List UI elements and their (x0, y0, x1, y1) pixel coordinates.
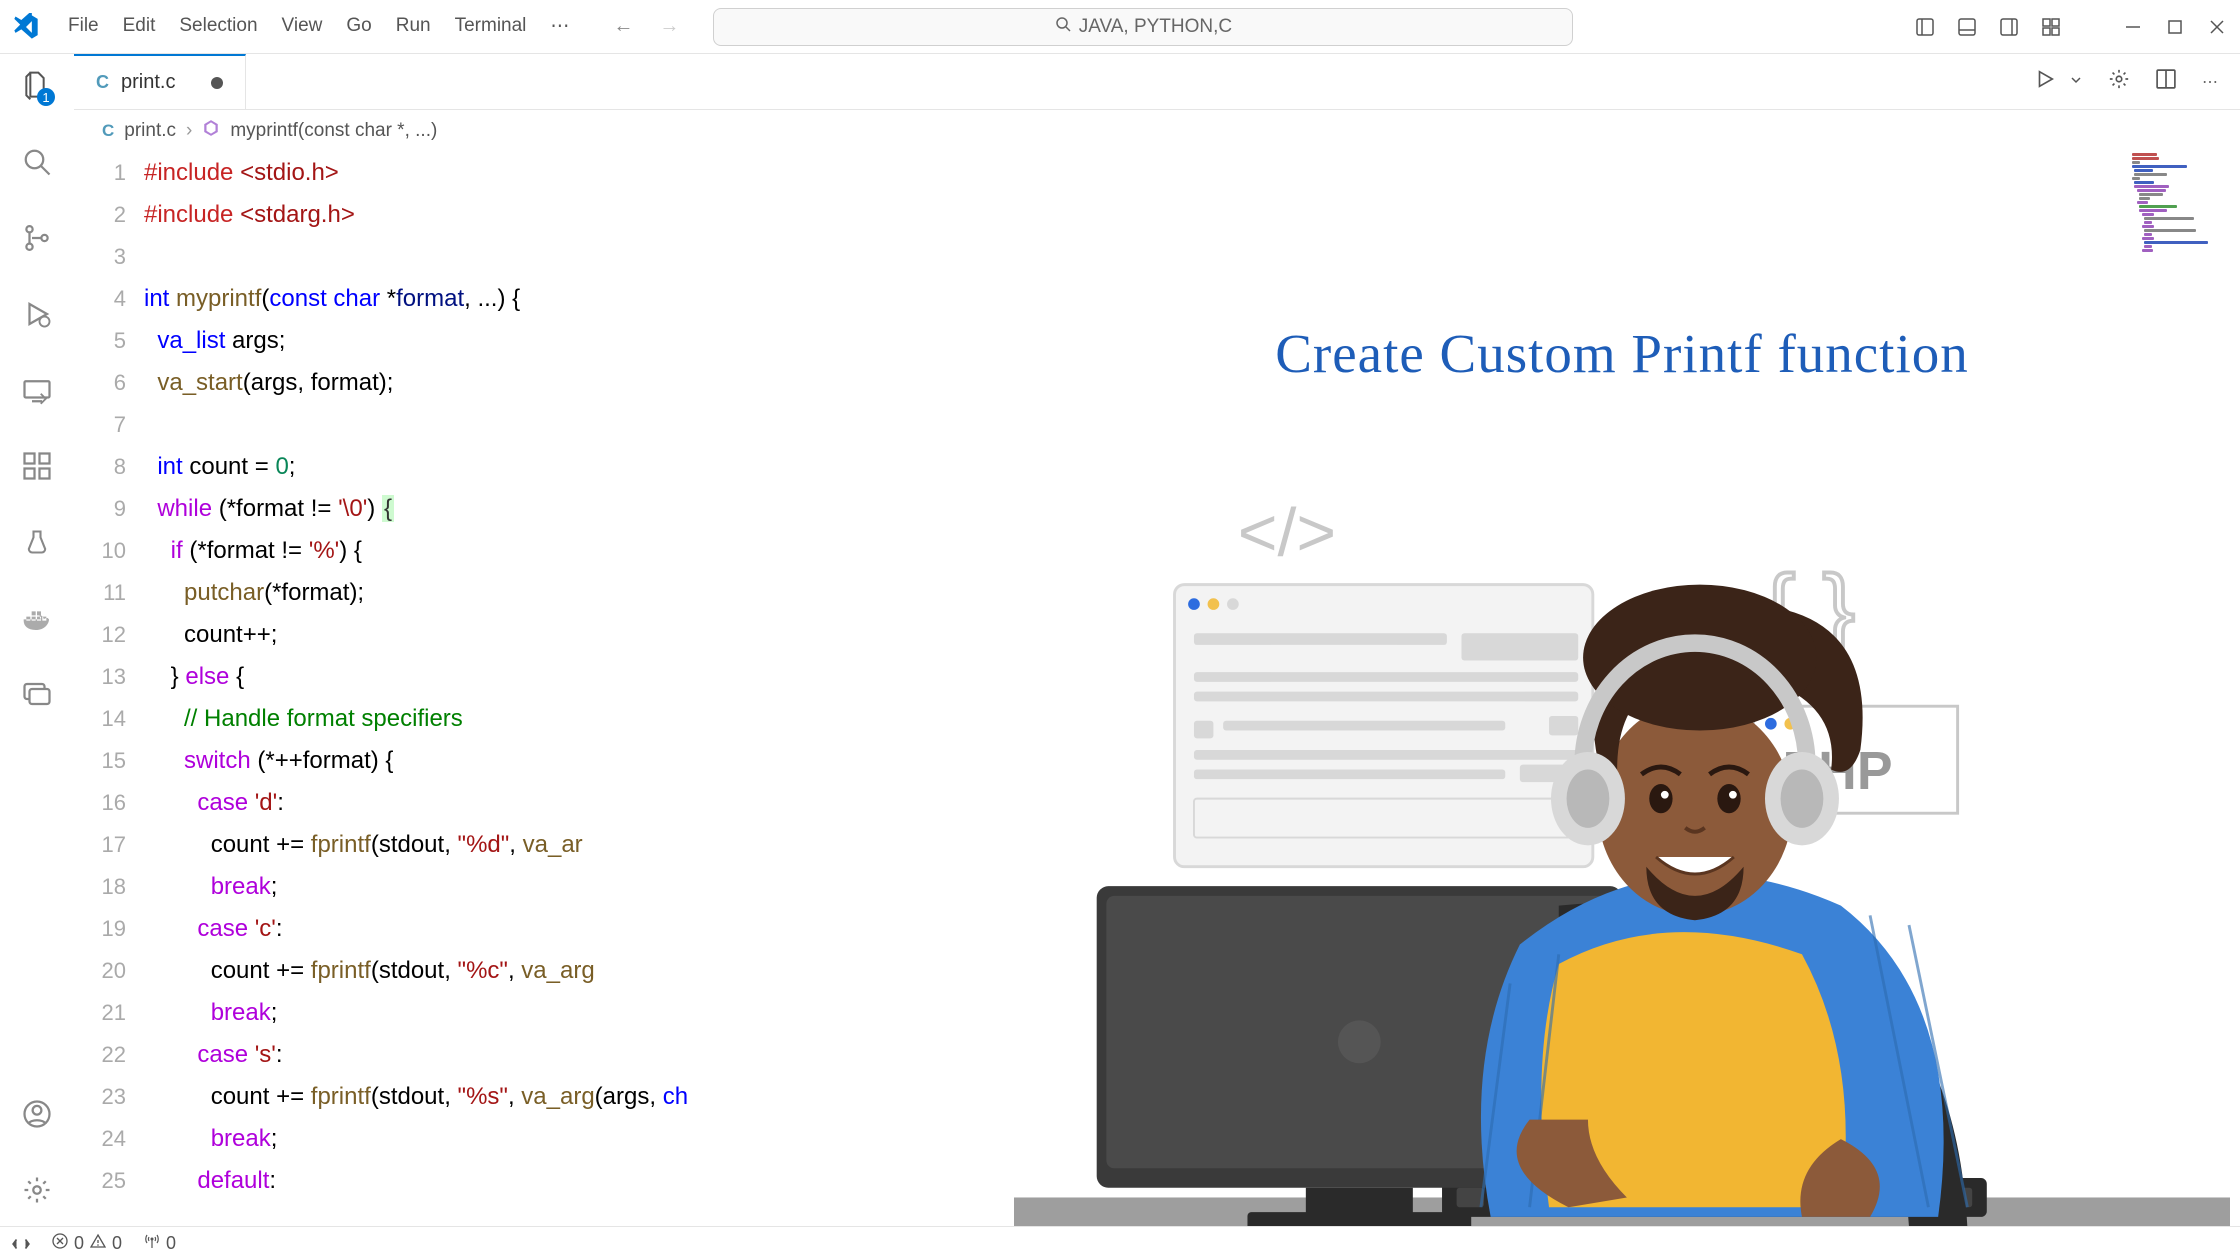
editor-settings-icon[interactable] (2104, 64, 2134, 99)
run-file-icon[interactable] (2030, 64, 2060, 99)
explorer-icon[interactable]: 1 (13, 62, 61, 110)
breadcrumb-c-icon: C (102, 121, 114, 141)
testing-icon[interactable] (13, 518, 61, 566)
command-center-text: JAVA, PYTHON,C (1079, 16, 1232, 38)
c-file-icon: C (96, 72, 109, 93)
editor-area: C print.c ⋯ (74, 54, 2240, 1226)
code-content[interactable]: #include <stdio.h>#include <stdarg.h>int… (144, 152, 2240, 1226)
warning-count: 0 (112, 1233, 122, 1254)
run-debug-icon[interactable] (13, 290, 61, 338)
remote-status-icon[interactable] (12, 1235, 30, 1253)
breadcrumb-filename: print.c (124, 120, 176, 142)
activity-bar: 1 (0, 54, 74, 1226)
line-number-gutter: 1234567891011121314151617181920212223242… (74, 152, 144, 1226)
minimap[interactable] (2128, 152, 2238, 372)
radio-tower-icon (144, 1233, 160, 1254)
title-bar: File Edit Selection View Go Run Terminal… (0, 0, 2240, 54)
vscode-logo-icon (12, 13, 40, 41)
docker-icon[interactable] (13, 594, 61, 642)
run-dropdown-icon[interactable] (2066, 69, 2086, 95)
settings-gear-icon[interactable] (13, 1166, 61, 1214)
error-count: 0 (74, 1233, 84, 1254)
tab-dirty-indicator-icon (211, 77, 223, 89)
window-controls (1914, 16, 2228, 38)
more-actions-icon[interactable]: ⋯ (2198, 68, 2222, 96)
layout-right-icon[interactable] (1998, 16, 2020, 38)
remote-explorer-icon[interactable] (13, 366, 61, 414)
source-control-icon[interactable] (13, 214, 61, 262)
explorer-badge: 1 (37, 88, 55, 106)
layout-customize-icon[interactable] (2040, 16, 2062, 38)
menu-file[interactable]: File (58, 9, 109, 44)
layout-left-icon[interactable] (1914, 16, 1936, 38)
breadcrumb-symbol-icon (202, 119, 220, 143)
accounts-icon[interactable] (13, 1090, 61, 1138)
minimize-icon[interactable] (2122, 16, 2144, 38)
menu-run[interactable]: Run (386, 9, 441, 44)
ports-status[interactable]: 0 (144, 1233, 176, 1254)
code-editor[interactable]: 1234567891011121314151617181920212223242… (74, 152, 2240, 1226)
ports-count: 0 (166, 1233, 176, 1254)
menu-selection[interactable]: Selection (169, 9, 267, 44)
problems-status[interactable]: 0 0 (52, 1233, 122, 1254)
command-center[interactable]: JAVA, PYTHON,C (713, 8, 1573, 46)
error-icon (52, 1233, 68, 1254)
nav-forward-icon[interactable]: → (655, 11, 683, 42)
tab-actions: ⋯ (2030, 54, 2240, 109)
layout-bottom-icon[interactable] (1956, 16, 1978, 38)
breadcrumb-symbol: myprintf(const char *, ...) (230, 120, 437, 142)
menu-edit[interactable]: Edit (113, 9, 166, 44)
search-icon (1055, 16, 1071, 38)
menu-view[interactable]: View (272, 9, 333, 44)
split-editor-icon[interactable] (2152, 65, 2180, 98)
search-activity-icon[interactable] (13, 138, 61, 186)
nav-arrows: ← → (609, 11, 683, 42)
warning-icon (90, 1233, 106, 1254)
breadcrumb-chevron-icon: › (186, 120, 192, 142)
nav-back-icon[interactable]: ← (609, 11, 637, 42)
status-bar: 0 0 0 (0, 1226, 2240, 1260)
menu-terminal[interactable]: Terminal (445, 9, 537, 44)
menu-bar: File Edit Selection View Go Run Terminal… (58, 9, 579, 44)
tab-print-c[interactable]: C print.c (74, 54, 246, 109)
maximize-icon[interactable] (2164, 16, 2186, 38)
breadcrumb[interactable]: C print.c › myprintf(const char *, ...) (74, 110, 2240, 152)
menu-go[interactable]: Go (336, 9, 381, 44)
close-icon[interactable] (2206, 16, 2228, 38)
extensions-icon[interactable] (13, 442, 61, 490)
tab-filename: print.c (121, 71, 175, 94)
menu-more-icon[interactable]: ⋯ (540, 9, 579, 44)
comments-icon[interactable] (13, 670, 61, 718)
tabs-row: C print.c ⋯ (74, 54, 2240, 110)
